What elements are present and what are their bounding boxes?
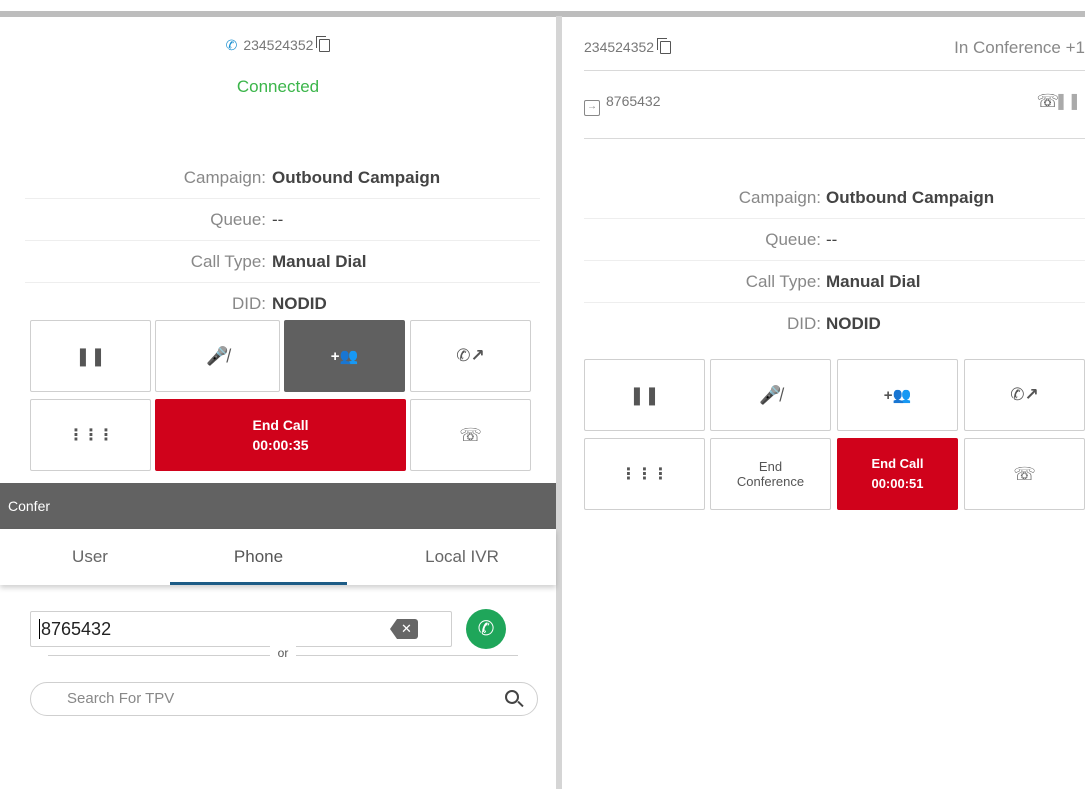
info-row-queue: Queue: -- <box>584 219 1085 261</box>
conference-leg-row: → 8765432 ☏ ❚❚ <box>584 71 1085 139</box>
info-label: Queue: <box>210 210 266 229</box>
hold-button[interactable]: ❚❚ <box>584 359 705 431</box>
join-icon: → <box>584 100 600 116</box>
leg-number-line: → 8765432 <box>584 93 661 116</box>
tpv-search-input[interactable]: Search For TPV <box>30 682 538 716</box>
call-transfer-icon: ✆↗ <box>456 346 485 365</box>
info-value: NODID <box>826 314 881 333</box>
keypad-button[interactable]: ⋮⋮⋮ <box>584 438 705 510</box>
call-number-line: ✆ 234524352 <box>0 36 556 54</box>
copy-icon[interactable] <box>657 38 672 54</box>
call-number: 234524352 <box>243 37 314 53</box>
active-tab-indicator <box>170 582 347 585</box>
info-value: Manual Dial <box>826 272 921 291</box>
call-timer: 00:00:51 <box>871 476 924 491</box>
info-value: -- <box>272 210 284 229</box>
park-call-button[interactable]: ☏ <box>964 438 1085 510</box>
info-value: Outbound Campaign <box>826 188 995 207</box>
mute-icon: 🎤̸ <box>206 345 229 366</box>
dial-number-value: 8765432 <box>41 619 112 639</box>
park-call-icon: ☏ <box>459 424 482 445</box>
keypad-icon: ⋮⋮⋮ <box>68 427 114 444</box>
info-label: DID: <box>787 314 821 333</box>
call-transfer-icon: ✆↗ <box>1010 385 1039 404</box>
conference-header: 234524352 In Conference +1 <box>584 31 1085 71</box>
info-value: Manual Dial <box>272 252 367 271</box>
info-row-campaign: Campaign: Outbound Campaign <box>25 157 540 199</box>
dial-number-input[interactable]: 8765432 <box>30 611 452 647</box>
info-row-campaign: Campaign: Outbound Campaign <box>584 177 1085 219</box>
info-label: Queue: <box>765 230 821 249</box>
end-conference-button[interactable]: End Conference <box>710 438 831 510</box>
tab-local-ivr[interactable]: Local IVR <box>392 529 532 585</box>
info-label: Campaign: <box>183 168 266 187</box>
info-row-call-type: Call Type: Manual Dial <box>584 261 1085 303</box>
call-button[interactable]: ✆ <box>466 609 506 649</box>
tab-phone[interactable]: Phone <box>170 529 347 585</box>
info-label: Campaign: <box>738 188 821 207</box>
info-row-call-type: Call Type: Manual Dial <box>25 241 540 283</box>
park-call-icon: ☏ <box>1013 463 1036 484</box>
hold-icon: ❚❚ <box>629 384 660 405</box>
left-call-panel: ✆ 234524352 Connected Campaign: Outbound … <box>0 17 556 789</box>
hold-button[interactable]: ❚❚ <box>30 320 151 392</box>
transfer-button[interactable]: ✆↗ <box>410 320 531 392</box>
info-row-did: DID: NODID <box>584 303 1085 345</box>
keypad-icon: ⋮⋮⋮ <box>620 466 669 483</box>
info-label: Call Type: <box>190 252 266 271</box>
confer-tabs: User Phone Local IVR <box>0 529 556 585</box>
add-participant-icon: +👥 <box>330 348 359 365</box>
info-row-did: DID: NODID <box>25 283 540 325</box>
hold-icon: ❚❚ <box>75 345 106 366</box>
end-conference-label-1: End <box>758 459 783 474</box>
search-icon[interactable] <box>505 690 519 704</box>
end-call-label: End Call <box>871 456 924 471</box>
hold-icon[interactable]: ❚❚ <box>1054 91 1081 111</box>
end-call-label: End Call <box>252 417 309 433</box>
mute-button[interactable]: 🎤̸ <box>710 359 831 431</box>
call-icon: ✆ <box>477 618 495 640</box>
search-placeholder: Search For TPV <box>67 690 175 707</box>
park-call-button[interactable]: ☏ <box>410 399 531 471</box>
call-timer: 00:00:35 <box>252 437 309 453</box>
conference-number: 234524352 <box>584 39 655 55</box>
copy-icon[interactable] <box>316 36 331 52</box>
info-value: -- <box>826 230 838 249</box>
right-conference-panel: 234524352 In Conference +1 → 8765432 ☏ ❚❚… <box>562 17 1085 789</box>
info-value: NODID <box>272 294 327 313</box>
info-value: Outbound Campaign <box>272 168 441 187</box>
mute-button[interactable]: 🎤̸ <box>155 320 280 392</box>
or-text: or <box>270 646 296 660</box>
info-row-queue: Queue: -- <box>25 199 540 241</box>
call-status: Connected <box>236 77 320 96</box>
end-call-button[interactable]: End Call 00:00:51 <box>837 438 958 510</box>
end-call-button[interactable]: End Call 00:00:35 <box>155 399 406 471</box>
phone-icon: ✆ <box>225 37 238 53</box>
info-label: Call Type: <box>745 272 821 291</box>
conference-status: In Conference +1 <box>954 38 1085 57</box>
transfer-button[interactable]: ✆↗ <box>964 359 1085 431</box>
conference-number-line: 234524352 <box>584 38 672 55</box>
keypad-button[interactable]: ⋮⋮⋮ <box>30 399 151 471</box>
add-participant-icon: +👥 <box>883 387 912 404</box>
conference-button[interactable]: +👥 <box>284 320 405 392</box>
confer-header: Confer <box>0 483 556 529</box>
leg-number: 8765432 <box>606 93 661 109</box>
end-conference-label-2: Conference <box>736 474 805 489</box>
tab-user[interactable]: User <box>35 529 145 585</box>
window-top-bar <box>0 0 1085 17</box>
mute-icon: 🎤̸ <box>759 384 782 405</box>
conference-button[interactable]: +👥 <box>837 359 958 431</box>
info-label: DID: <box>232 294 266 313</box>
